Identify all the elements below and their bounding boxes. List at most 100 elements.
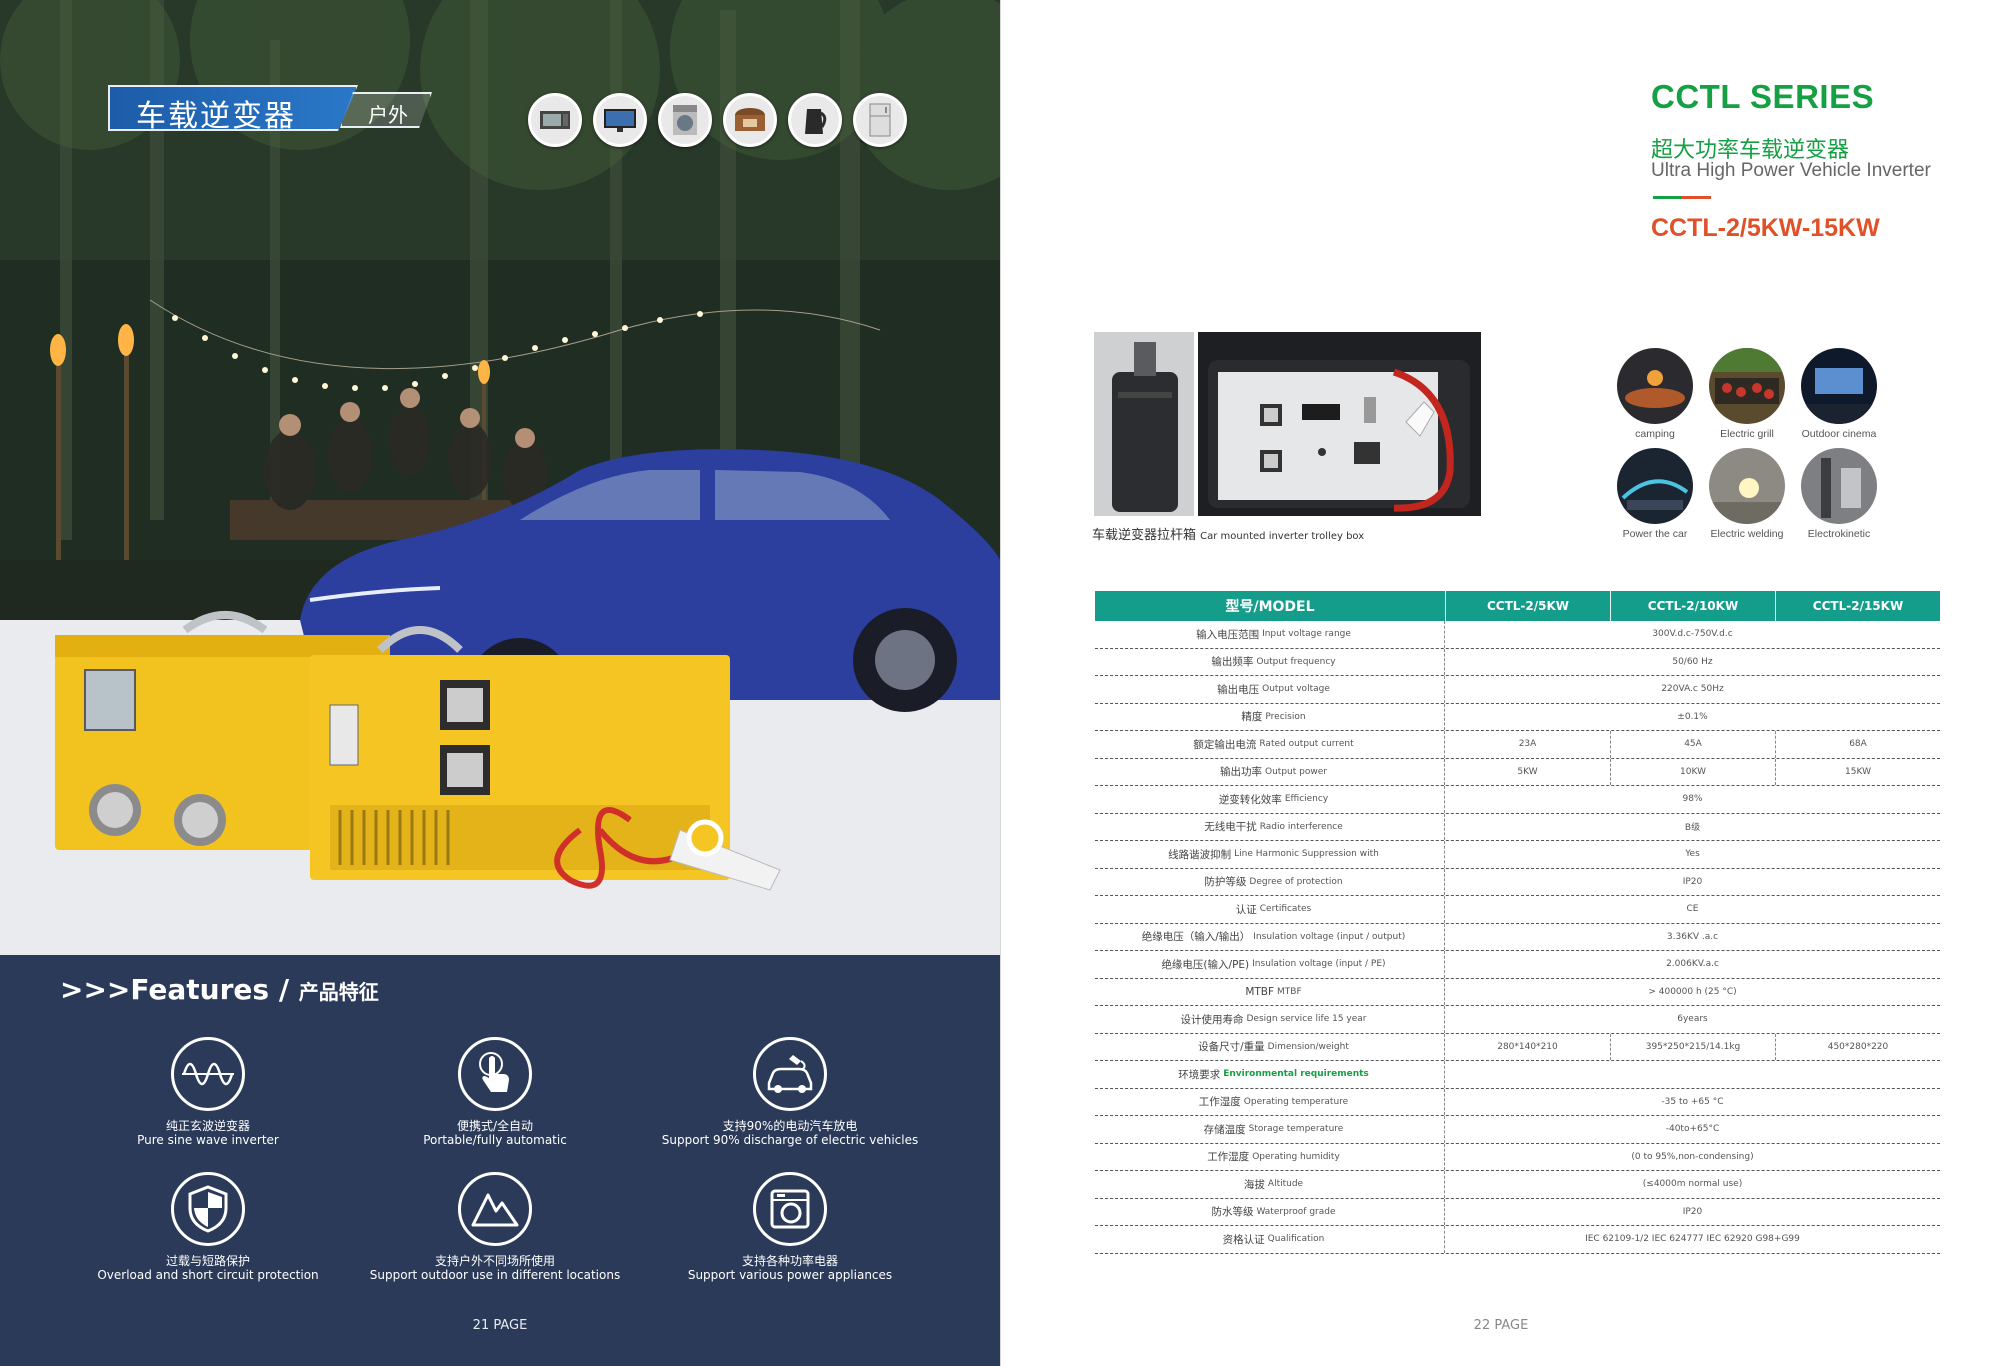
spec-label-cn: 输入电压范围 <box>1196 628 1260 641</box>
feature-item: 支持90%的电动汽车放电 Support 90% discharge of el… <box>640 1037 940 1147</box>
spec-label-en: Qualification <box>1267 1234 1325 1245</box>
spec-value: IP20 <box>1682 1206 1703 1217</box>
spec-label-en: Altitude <box>1267 1179 1304 1190</box>
spec-row: 设计使用寿命 Design service life 15 year 6years <box>1095 1006 1940 1034</box>
spec-label-en: Environmental requirements <box>1223 1069 1369 1080</box>
heading-en: Features <box>130 973 270 1006</box>
spec-label-cn: 海拔 <box>1243 1178 1265 1191</box>
spec-row: 输出频率 Output frequency 50/60 Hz <box>1095 648 1940 676</box>
spec-label-en: Degree of protection <box>1249 876 1343 887</box>
spec-row: 精度 Precision ±0.1% <box>1095 703 1940 731</box>
spec-value: 3.36KV .a.c <box>1666 931 1719 942</box>
spec-label: 环境要求 Environmental requirements <box>1095 1061 1445 1088</box>
spec-table-body: 输入电压范围 Input voltage range 300V.d.c-750V.d… <box>1095 621 1940 1254</box>
spec-label-cn: 防水等级 <box>1211 1206 1254 1219</box>
spec-label-cn: 输出功率 <box>1220 766 1263 779</box>
spec-label-en: Radio interference <box>1259 821 1343 832</box>
heading-separator: / <box>278 973 290 1006</box>
spec-table: 型号/MODEL CCTL-2/5KW CCTL-2/10KW CCTL-2/1… <box>1095 591 1940 1254</box>
spec-row: 设备尺寸/重量 Dimension/weight 280*140*210 395*25… <box>1095 1033 1940 1061</box>
spec-value: 5KW <box>1517 766 1538 777</box>
feature-en: Overload and short circuit protection <box>97 1268 319 1282</box>
spec-row: 防水等级 Waterproof grade IP20 <box>1095 1198 1940 1226</box>
spec-value: 15KW <box>1775 758 1940 785</box>
spec-label-cn: 绝缘电压（输入/输出） <box>1141 931 1251 944</box>
spec-label-cn: 无线电干扰 <box>1204 821 1257 834</box>
spec-row: 海拔 Altitude (≤4000m normal use) <box>1095 1171 1940 1199</box>
feature-cn: 支持户外不同场所使用 <box>434 1254 555 1268</box>
spec-row: 额定输出电流 Rated output current 23A 45A 68A <box>1095 731 1940 759</box>
microwave-icon <box>528 93 582 147</box>
feature-en: Support 90% discharge of electric vehicl… <box>661 1133 919 1147</box>
scene-label: camping <box>1635 428 1675 440</box>
spec-label-en: Efficiency <box>1284 794 1329 805</box>
spec-label-cn: 线路谐波抑制 <box>1168 848 1232 861</box>
heading-cn: 产品特征 <box>298 980 379 1004</box>
spec-value: 45A <box>1610 731 1775 758</box>
spec-value: (0 to 95%,non-condensing) <box>1631 1151 1754 1162</box>
spec-label: 输出功率 Output power <box>1095 758 1445 785</box>
page-number-left: 21 PAGE <box>472 1318 528 1333</box>
brochure-spread: 车载逆变器 户外 >>>Features / 产品特征 纯正玄波逆变器 Pure… <box>0 0 2000 1366</box>
spec-row: 无线电干扰 Radio interference B级 <box>1095 813 1940 841</box>
spec-label-cn: 存储温度 <box>1203 1123 1246 1136</box>
spec-label-cn: 逆变转化效率 <box>1218 793 1282 806</box>
spec-label: 逆变转化效率 Efficiency <box>1095 786 1445 813</box>
spec-label: 工作湿度 Operating temperature <box>1095 1088 1445 1115</box>
refrigerator-icon <box>853 93 907 147</box>
spec-value: 395*250*215/14.1kg <box>1610 1033 1775 1060</box>
scene-label: Electrokinetic <box>1807 528 1871 540</box>
features-heading: >>>Features / 产品特征 <box>60 973 379 1006</box>
spec-row: 资格认证 Qualification IEC 62109-1/2 IEC 62477… <box>1095 1226 1940 1254</box>
feature-item: 支持户外不同场所使用 Support outdoor use in differ… <box>345 1172 645 1282</box>
mountain-icon <box>458 1172 532 1246</box>
spec-label: 设计使用寿命 Design service life 15 year <box>1095 1006 1445 1033</box>
spec-label-en: Dimension/weight <box>1267 1041 1349 1052</box>
spec-label-cn: 输出电压 <box>1217 683 1260 696</box>
spec-row: MTBF MTBF > 400000 h (25 °C) <box>1095 978 1940 1006</box>
feature-cn: 便携式/全自动 <box>456 1119 534 1133</box>
spec-label: 防水等级 Waterproof grade <box>1095 1198 1445 1225</box>
feature-item: 支持各种功率电器 Support various power appliance… <box>640 1172 940 1282</box>
spec-row: 绝缘电压（输入/输出） Insulation voltage (input / o… <box>1095 923 1940 951</box>
appliance-icons <box>528 93 907 147</box>
feature-cn: 支持各种功率电器 <box>741 1254 838 1268</box>
electric-grill-photo <box>1709 348 1785 424</box>
spec-value: IP20 <box>1682 876 1703 887</box>
trolley-caption: 车载逆变器拉杆箱 Car mounted inverter trolley bo… <box>1092 524 1364 543</box>
heading-arrows: >>> <box>60 973 131 1006</box>
trolley-caption-en: Car mounted inverter trolley box <box>1200 531 1365 542</box>
spec-row: 工作湿度 Operating humidity (0 to 95%,non-cond… <box>1095 1143 1940 1171</box>
feature-item: 便携式/全自动 Portable/fully automatic <box>345 1037 645 1147</box>
scene-power-the-car: Power the car <box>1609 448 1701 540</box>
spec-label: 输出电压 Output voltage <box>1095 676 1445 703</box>
feature-en: Support outdoor use in different locatio… <box>369 1268 621 1282</box>
spec-value: 280*140*210 <box>1497 1041 1558 1052</box>
spec-value: 6years <box>1677 1014 1708 1025</box>
spec-label-cn: 输出频率 <box>1211 656 1254 669</box>
scene-electric-welding: Electric welding <box>1701 448 1793 540</box>
spec-label-cn: 绝缘电压(输入/PE) <box>1161 958 1250 971</box>
spec-label: 额定输出电流 Rated output current <box>1095 731 1445 758</box>
scene-electric-grill: Electric grill <box>1701 348 1793 440</box>
spec-value: 23A <box>1518 739 1537 750</box>
spec-value: 450*280*220 <box>1775 1033 1940 1060</box>
spec-label: 输入电压范围 Input voltage range <box>1095 621 1445 648</box>
left-page: 车载逆变器 户外 >>>Features / 产品特征 纯正玄波逆变器 Pure… <box>0 0 1000 1366</box>
spec-label-cn: 设计使用寿命 <box>1180 1013 1244 1026</box>
right-page: CCTL SERIES 超大功率车载逆变器 Ultra High Power V… <box>1000 0 2000 1366</box>
spec-value: -40to+65°C <box>1665 1124 1720 1135</box>
sine-wave-icon <box>171 1037 245 1111</box>
feature-en: Pure sine wave inverter <box>137 1133 279 1147</box>
scene-outdoor-cinema: Outdoor cinema <box>1793 348 1885 440</box>
feature-item: 过载与短路保护 Overload and short circuit prote… <box>58 1172 358 1282</box>
spec-label: 绝缘电压(输入/PE) Insulation voltage (input / P… <box>1095 951 1445 978</box>
spec-value: 220VA.c 50Hz <box>1661 684 1724 695</box>
model-range: CCTL-2/5KW-15KW <box>1651 214 1880 242</box>
spec-label-cn: 环境要求 <box>1178 1068 1221 1081</box>
spec-row: 防护等级 Degree of protection IP20 <box>1095 868 1940 896</box>
spec-label-cn: 额定输出电流 <box>1193 738 1257 751</box>
touch-hand-icon <box>458 1037 532 1111</box>
kettle-icon <box>788 93 842 147</box>
spec-label-cn: 精度 <box>1241 711 1263 724</box>
